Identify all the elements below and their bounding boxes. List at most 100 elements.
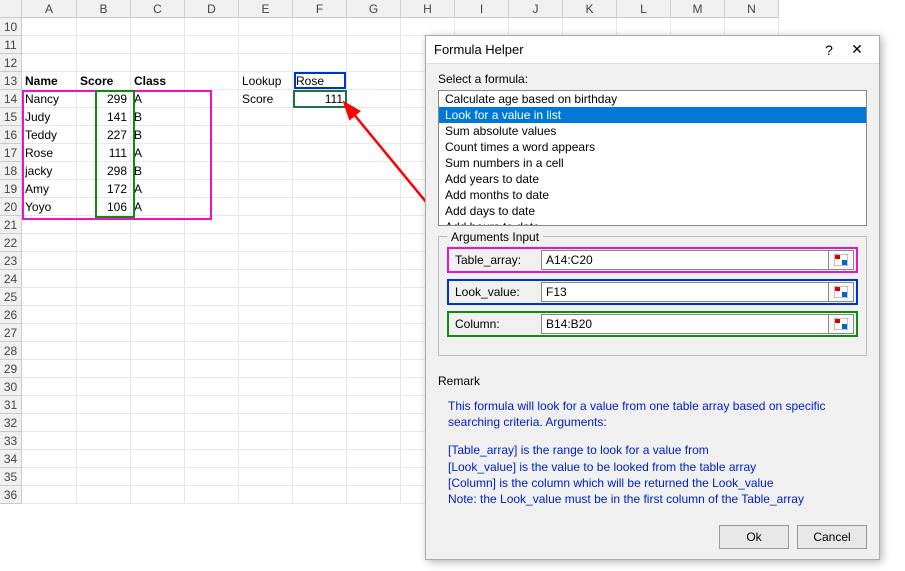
cell-D21[interactable]	[185, 216, 239, 234]
cell-E29[interactable]	[239, 360, 293, 378]
cell-E33[interactable]	[239, 432, 293, 450]
col-header[interactable]: E	[239, 0, 293, 18]
cell-D24[interactable]	[185, 270, 239, 288]
cell-G30[interactable]	[347, 378, 401, 396]
cell-B19[interactable]: 172	[77, 180, 131, 198]
cell-E15[interactable]	[239, 108, 293, 126]
row-header[interactable]: 19	[0, 180, 22, 198]
cell-D35[interactable]	[185, 468, 239, 486]
cell-A13[interactable]: Name	[22, 72, 77, 90]
cell-A34[interactable]	[22, 450, 77, 468]
cell-D14[interactable]	[185, 90, 239, 108]
formula-item[interactable]: Add days to date	[439, 203, 866, 219]
cell-D18[interactable]	[185, 162, 239, 180]
cell-F34[interactable]	[293, 450, 347, 468]
cell-C14[interactable]: A	[131, 90, 185, 108]
cell-A36[interactable]	[22, 486, 77, 504]
cell-C16[interactable]: B	[131, 126, 185, 144]
cell-B27[interactable]	[77, 324, 131, 342]
cell-G10[interactable]	[347, 18, 401, 36]
cell-A32[interactable]	[22, 414, 77, 432]
cell-F15[interactable]	[293, 108, 347, 126]
cell-E22[interactable]	[239, 234, 293, 252]
cell-G25[interactable]	[347, 288, 401, 306]
cell-C28[interactable]	[131, 342, 185, 360]
cell-G28[interactable]	[347, 342, 401, 360]
row-header[interactable]: 29	[0, 360, 22, 378]
cell-G24[interactable]	[347, 270, 401, 288]
cell-E36[interactable]	[239, 486, 293, 504]
cell-A31[interactable]	[22, 396, 77, 414]
cell-F13[interactable]: Rose	[293, 72, 347, 90]
cell-B28[interactable]	[77, 342, 131, 360]
cell-G11[interactable]	[347, 36, 401, 54]
cell-A15[interactable]: Judy	[22, 108, 77, 126]
col-header[interactable]: L	[617, 0, 671, 18]
cell-G16[interactable]	[347, 126, 401, 144]
cell-L10[interactable]	[617, 18, 671, 36]
cell-E13[interactable]: Lookup	[239, 72, 293, 90]
cell-E31[interactable]	[239, 396, 293, 414]
cell-F30[interactable]	[293, 378, 347, 396]
cell-D34[interactable]	[185, 450, 239, 468]
cell-B32[interactable]	[77, 414, 131, 432]
cell-D11[interactable]	[185, 36, 239, 54]
help-button[interactable]: ?	[815, 42, 843, 58]
cell-G23[interactable]	[347, 252, 401, 270]
cell-D17[interactable]	[185, 144, 239, 162]
cancel-button[interactable]: Cancel	[797, 525, 867, 549]
cell-F35[interactable]	[293, 468, 347, 486]
cell-C35[interactable]	[131, 468, 185, 486]
cell-C31[interactable]	[131, 396, 185, 414]
cell-B29[interactable]	[77, 360, 131, 378]
col-header[interactable]: F	[293, 0, 347, 18]
cell-B31[interactable]	[77, 396, 131, 414]
cell-A26[interactable]	[22, 306, 77, 324]
cell-F29[interactable]	[293, 360, 347, 378]
row-header[interactable]: 30	[0, 378, 22, 396]
row-header[interactable]: 12	[0, 54, 22, 72]
cell-A11[interactable]	[22, 36, 77, 54]
row-header[interactable]: 22	[0, 234, 22, 252]
cell-B25[interactable]	[77, 288, 131, 306]
cell-D15[interactable]	[185, 108, 239, 126]
ref-picker-button[interactable]	[828, 282, 854, 302]
cell-F27[interactable]	[293, 324, 347, 342]
cell-E25[interactable]	[239, 288, 293, 306]
row-header[interactable]: 26	[0, 306, 22, 324]
cell-D12[interactable]	[185, 54, 239, 72]
formula-item[interactable]: Add months to date	[439, 187, 866, 203]
cell-G35[interactable]	[347, 468, 401, 486]
formula-item[interactable]: Count times a word appears	[439, 139, 866, 155]
cell-A14[interactable]: Nancy	[22, 90, 77, 108]
cell-C20[interactable]: A	[131, 198, 185, 216]
cell-G19[interactable]	[347, 180, 401, 198]
cell-A27[interactable]	[22, 324, 77, 342]
cell-G32[interactable]	[347, 414, 401, 432]
cell-D16[interactable]	[185, 126, 239, 144]
cell-G36[interactable]	[347, 486, 401, 504]
cell-D27[interactable]	[185, 324, 239, 342]
cell-B17[interactable]: 111	[77, 144, 131, 162]
cell-D26[interactable]	[185, 306, 239, 324]
cell-D36[interactable]	[185, 486, 239, 504]
col-header[interactable]: M	[671, 0, 725, 18]
row-header[interactable]: 18	[0, 162, 22, 180]
cell-D13[interactable]	[185, 72, 239, 90]
cell-F24[interactable]	[293, 270, 347, 288]
row-header[interactable]: 27	[0, 324, 22, 342]
cell-E32[interactable]	[239, 414, 293, 432]
cell-A28[interactable]	[22, 342, 77, 360]
cell-A22[interactable]	[22, 234, 77, 252]
cell-F11[interactable]	[293, 36, 347, 54]
ref-picker-button[interactable]	[828, 314, 854, 334]
cell-E28[interactable]	[239, 342, 293, 360]
row-header[interactable]: 20	[0, 198, 22, 216]
cell-G20[interactable]	[347, 198, 401, 216]
cell-A30[interactable]	[22, 378, 77, 396]
cell-C18[interactable]: B	[131, 162, 185, 180]
row-header[interactable]: 34	[0, 450, 22, 468]
cell-C12[interactable]	[131, 54, 185, 72]
cell-F22[interactable]	[293, 234, 347, 252]
cell-G31[interactable]	[347, 396, 401, 414]
